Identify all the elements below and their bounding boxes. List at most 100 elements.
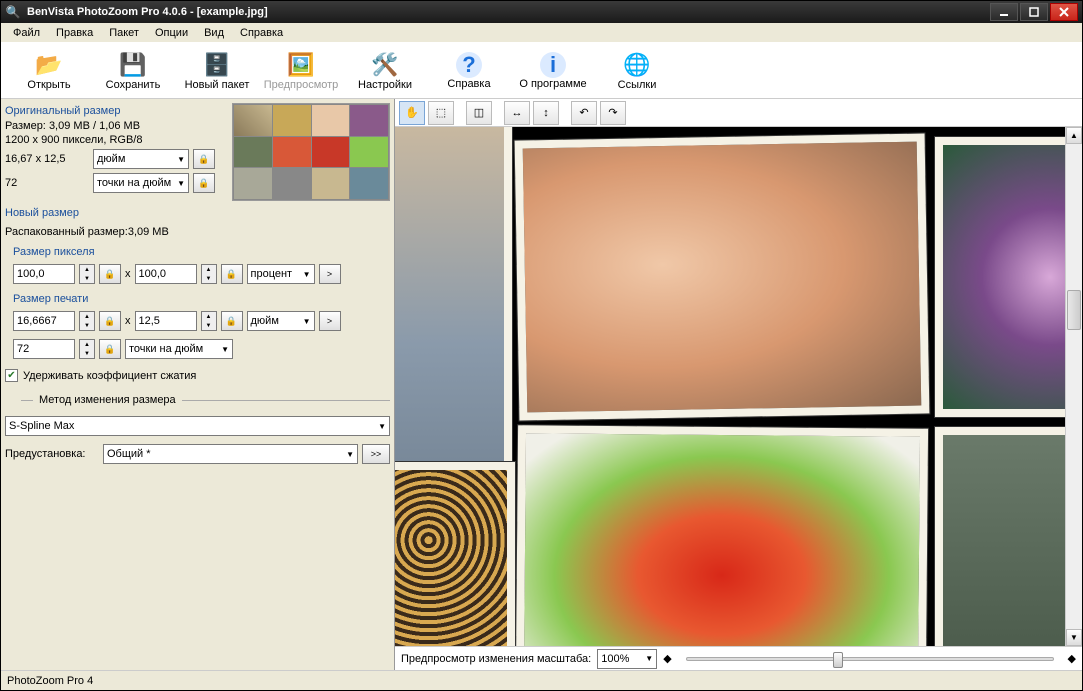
resize-method-select[interactable]: S-Spline Max bbox=[5, 416, 390, 436]
print-width-input[interactable] bbox=[13, 311, 75, 331]
menu-file[interactable]: Файл bbox=[5, 25, 48, 41]
save-button[interactable]: 💾Сохранить bbox=[91, 45, 175, 97]
help-icon: ? bbox=[456, 52, 482, 78]
links-button[interactable]: 🌐Ссылки bbox=[595, 45, 679, 97]
app-icon: 🔍 bbox=[5, 4, 21, 20]
preview-canvas[interactable] bbox=[395, 127, 1065, 646]
pixel-width-input[interactable] bbox=[13, 264, 75, 284]
print-apply-button[interactable]: > bbox=[319, 311, 341, 331]
settings-label: Настройки bbox=[358, 79, 412, 91]
scroll-down-button[interactable]: ▼ bbox=[1066, 629, 1082, 646]
zoom-select[interactable]: 100% bbox=[597, 649, 657, 669]
preset-more-button[interactable]: >> bbox=[362, 444, 390, 464]
preview-image-region bbox=[516, 425, 928, 646]
resolution-input[interactable] bbox=[13, 339, 75, 359]
preview-area: ✋ ⬚ ◫ ↔ ↕ ↶ ↷ bbox=[395, 99, 1082, 670]
scroll-track[interactable] bbox=[1066, 144, 1082, 629]
preview-image-region bbox=[935, 137, 1065, 417]
flip-vertical-button[interactable]: ↕ bbox=[533, 101, 559, 125]
menu-edit[interactable]: Правка bbox=[48, 25, 101, 41]
pixel-width-spinner[interactable]: ▲▼ bbox=[79, 264, 95, 284]
info-icon: i bbox=[540, 52, 566, 78]
preview-image-region bbox=[395, 462, 515, 646]
about-button[interactable]: iО программе bbox=[511, 45, 595, 97]
arrow-ud-icon: ↕ bbox=[543, 107, 549, 119]
select-tool-button[interactable]: ⬚ bbox=[428, 101, 454, 125]
links-label: Ссылки bbox=[618, 79, 657, 91]
pixel-height-spinner[interactable]: ▲▼ bbox=[201, 264, 217, 284]
x-label: x bbox=[125, 268, 131, 280]
keep-aspect-row[interactable]: ✔ Удерживать коэффициент сжатия bbox=[5, 365, 390, 386]
menu-help[interactable]: Справка bbox=[232, 25, 291, 41]
statusbar: PhotoZoom Pro 4 bbox=[1, 670, 1082, 690]
minimize-button[interactable] bbox=[990, 3, 1018, 21]
menu-view[interactable]: Вид bbox=[196, 25, 232, 41]
unpacked-size-line: Распакованный размер:3,09 MB bbox=[5, 225, 390, 239]
save-icon: 💾 bbox=[119, 51, 147, 79]
print-unit-select[interactable]: дюйм bbox=[247, 311, 315, 331]
original-dpi-lock-button[interactable]: 🔒 bbox=[193, 173, 215, 193]
open-label: Открыть bbox=[27, 79, 70, 91]
preview-image-region bbox=[935, 427, 1065, 646]
slider-right-icon: ◆ bbox=[1068, 652, 1076, 665]
preview-toolbar: ✋ ⬚ ◫ ↔ ↕ ↶ ↷ bbox=[395, 99, 1082, 127]
new-batch-button[interactable]: 🗄️Новый пакет bbox=[175, 45, 259, 97]
settings-button[interactable]: 🛠️Настройки bbox=[343, 45, 427, 97]
close-button[interactable] bbox=[1050, 3, 1078, 21]
original-phys-lock-button[interactable]: 🔒 bbox=[193, 149, 215, 169]
marquee-icon: ⬚ bbox=[436, 106, 446, 119]
print-height-spinner[interactable]: ▲▼ bbox=[201, 311, 217, 331]
navigator-thumbnail[interactable] bbox=[232, 103, 390, 201]
preset-select[interactable]: Общий * bbox=[103, 444, 358, 464]
crop-button[interactable]: ◫ bbox=[466, 101, 492, 125]
undo-button[interactable]: ↶ bbox=[571, 101, 597, 125]
pixel-unit-select[interactable]: процент bbox=[247, 264, 315, 284]
pixel-height-input[interactable] bbox=[135, 264, 197, 284]
open-button[interactable]: 📂Открыть bbox=[7, 45, 91, 97]
new-batch-label: Новый пакет bbox=[185, 79, 250, 91]
menu-options[interactable]: Опции bbox=[147, 25, 196, 41]
titlebar: 🔍 BenVista PhotoZoom Pro 4.0.6 - [exampl… bbox=[1, 1, 1082, 23]
app-window: 🔍 BenVista PhotoZoom Pro 4.0.6 - [exampl… bbox=[0, 0, 1083, 691]
pixel-width-lock-button[interactable]: 🔒 bbox=[99, 264, 121, 284]
maximize-button[interactable] bbox=[1020, 3, 1048, 21]
keep-aspect-checkbox[interactable]: ✔ bbox=[5, 369, 18, 382]
hand-tool-button[interactable]: ✋ bbox=[399, 101, 425, 125]
crop-icon: ◫ bbox=[474, 106, 484, 119]
resolution-spinner[interactable]: ▲▼ bbox=[79, 339, 95, 359]
resolution-lock-button[interactable]: 🔒 bbox=[99, 339, 121, 359]
window-title: BenVista PhotoZoom Pro 4.0.6 - [example.… bbox=[27, 6, 990, 18]
scroll-thumb[interactable] bbox=[1067, 290, 1081, 330]
original-size-line: Размер: 3,09 MB / 1,06 MB bbox=[5, 119, 224, 133]
help-button[interactable]: ?Справка bbox=[427, 45, 511, 97]
preview-image-region bbox=[515, 133, 930, 420]
zoom-slider[interactable] bbox=[686, 657, 1054, 661]
zoom-slider-thumb[interactable] bbox=[833, 652, 843, 668]
help-label: Справка bbox=[447, 78, 490, 90]
redo-button[interactable]: ↷ bbox=[600, 101, 626, 125]
original-phys-unit-select[interactable]: дюйм bbox=[93, 149, 189, 169]
scroll-up-button[interactable]: ▲ bbox=[1066, 127, 1082, 144]
flip-horizontal-button[interactable]: ↔ bbox=[504, 101, 530, 125]
preset-label: Предустановка: bbox=[5, 448, 99, 460]
print-width-spinner[interactable]: ▲▼ bbox=[79, 311, 95, 331]
print-height-lock-button[interactable]: 🔒 bbox=[221, 311, 243, 331]
menu-batch[interactable]: Пакет bbox=[101, 25, 147, 41]
pixel-height-lock-button[interactable]: 🔒 bbox=[221, 264, 243, 284]
resolution-unit-select[interactable]: точки на дюйм bbox=[125, 339, 233, 359]
resize-method-heading: Метод изменения размера bbox=[5, 390, 390, 410]
original-size-heading: Оригинальный размер bbox=[5, 103, 224, 119]
slider-left-icon: ◆ bbox=[663, 652, 671, 665]
pixel-apply-button[interactable]: > bbox=[319, 264, 341, 284]
left-panel: Оригинальный размер Размер: 3,09 MB / 1,… bbox=[1, 99, 395, 670]
print-height-input[interactable] bbox=[135, 311, 197, 331]
tools-icon: 🛠️ bbox=[371, 51, 399, 79]
main-toolbar: 📂Открыть 💾Сохранить 🗄️Новый пакет 🖼️Пред… bbox=[1, 43, 1082, 99]
vertical-scrollbar[interactable]: ▲ ▼ bbox=[1065, 127, 1082, 646]
status-text: PhotoZoom Pro 4 bbox=[7, 675, 93, 687]
print-width-lock-button[interactable]: 🔒 bbox=[99, 311, 121, 331]
preview-button[interactable]: 🖼️Предпросмотр bbox=[259, 45, 343, 97]
new-size-heading: Новый размер bbox=[5, 205, 390, 221]
main-content: Оригинальный размер Размер: 3,09 MB / 1,… bbox=[1, 99, 1082, 670]
original-dpi-unit-select[interactable]: точки на дюйм bbox=[93, 173, 189, 193]
